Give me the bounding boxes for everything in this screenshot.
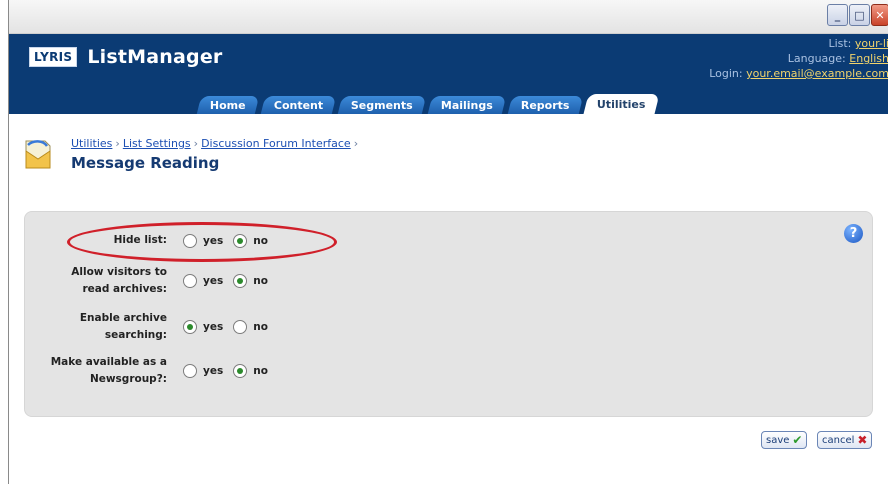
- allow-visitors-yes-radio[interactable]: [183, 274, 197, 288]
- breadcrumb-list-settings[interactable]: List Settings: [123, 137, 191, 150]
- tab-content[interactable]: Content: [260, 96, 337, 114]
- archive-search-no-radio[interactable]: [233, 320, 248, 334]
- option-label: yes: [203, 365, 224, 377]
- window-controls: _ □ ✕: [827, 4, 888, 26]
- breadcrumb-discussion-forum[interactable]: Discussion Forum Interface: [201, 137, 351, 150]
- breadcrumb-separator: ›: [115, 137, 120, 150]
- row-newsgroup: Make available as a Newsgroup?: yes no: [41, 354, 272, 388]
- field-label: Make available as a Newsgroup?:: [50, 356, 167, 385]
- field-label: Allow visitors to read archives:: [71, 266, 167, 295]
- logo-mark: LYRIS: [29, 47, 78, 67]
- cancel-label: cancel: [822, 434, 855, 446]
- tab-label: Mailings: [440, 98, 493, 112]
- help-icon[interactable]: ?: [844, 224, 863, 243]
- checkmark-icon: ✔: [792, 433, 803, 447]
- option-label: no: [253, 275, 268, 287]
- tab-label: Home: [210, 98, 246, 112]
- option-label: yes: [203, 275, 224, 287]
- archive-search-yes-radio[interactable]: [183, 320, 197, 334]
- breadcrumb-separator: ›: [193, 137, 199, 150]
- list-line: List: your-li: [709, 36, 888, 51]
- tab-segments[interactable]: Segments: [337, 96, 427, 114]
- allow-visitors-no-radio[interactable]: [233, 274, 248, 288]
- tab-home[interactable]: Home: [196, 96, 259, 114]
- breadcrumb: Utilities › List Settings › Discussion Forum…: [71, 137, 361, 150]
- newsgroup-no-radio[interactable]: [233, 364, 248, 378]
- envelope-page-icon: [25, 140, 51, 169]
- header-info: List: your-li Language: English Login: y…: [709, 36, 888, 81]
- login-label: Login:: [709, 67, 743, 80]
- browser-window: _ □ ✕ LYRIS ListManager List: your-li La…: [8, 0, 888, 484]
- field-label: Enable archive searching:: [79, 312, 167, 341]
- tab-mailings[interactable]: Mailings: [427, 96, 506, 114]
- option-group: yes no: [183, 274, 272, 288]
- tab-reports[interactable]: Reports: [507, 96, 583, 114]
- newsgroup-yes-radio[interactable]: [183, 364, 197, 378]
- maximize-icon[interactable]: □: [849, 4, 870, 26]
- tab-label: Content: [273, 98, 323, 112]
- tab-label: Segments: [350, 98, 413, 112]
- option-group: yes no: [183, 364, 272, 378]
- language-line: Language: English: [709, 51, 888, 66]
- login-line: Login: your.email@example.com: [709, 66, 888, 81]
- option-group: yes no: [183, 320, 272, 334]
- breadcrumb-separator: ›: [353, 137, 359, 150]
- save-label: save: [766, 434, 790, 446]
- language-link[interactable]: English: [849, 52, 888, 65]
- page-title: Message Reading: [71, 154, 220, 172]
- option-label: no: [253, 365, 268, 377]
- cross-icon: ✖: [857, 433, 868, 447]
- row-enable-archive-search: Enable archive searching: yes no: [41, 310, 272, 344]
- breadcrumb-utilities[interactable]: Utilities: [71, 137, 112, 150]
- language-label: Language:: [787, 52, 846, 65]
- highlight-ellipse: [67, 222, 337, 262]
- login-link[interactable]: your.email@example.com: [746, 67, 888, 80]
- list-label: List:: [828, 37, 852, 50]
- main-tabs: Home Content Segments Mailings Reports U…: [196, 94, 660, 114]
- app-name: ListManager: [87, 46, 223, 68]
- tab-utilities[interactable]: Utilities: [583, 94, 660, 114]
- app-header: LYRIS ListManager List: your-li Language…: [9, 34, 888, 114]
- row-allow-visitors: Allow visitors to read archives: yes no: [41, 264, 272, 298]
- title-bar: _ □ ✕: [9, 0, 888, 34]
- cancel-button[interactable]: cancel ✖: [817, 431, 873, 449]
- minimize-icon[interactable]: _: [827, 4, 848, 26]
- logo: LYRIS ListManager: [29, 46, 222, 68]
- tab-label: Utilities: [597, 97, 646, 111]
- save-button[interactable]: save ✔: [761, 431, 808, 449]
- option-label: no: [253, 321, 268, 333]
- close-icon[interactable]: ✕: [871, 4, 888, 26]
- list-link[interactable]: your-li: [855, 37, 888, 50]
- tab-label: Reports: [520, 98, 570, 112]
- option-label: yes: [203, 321, 224, 333]
